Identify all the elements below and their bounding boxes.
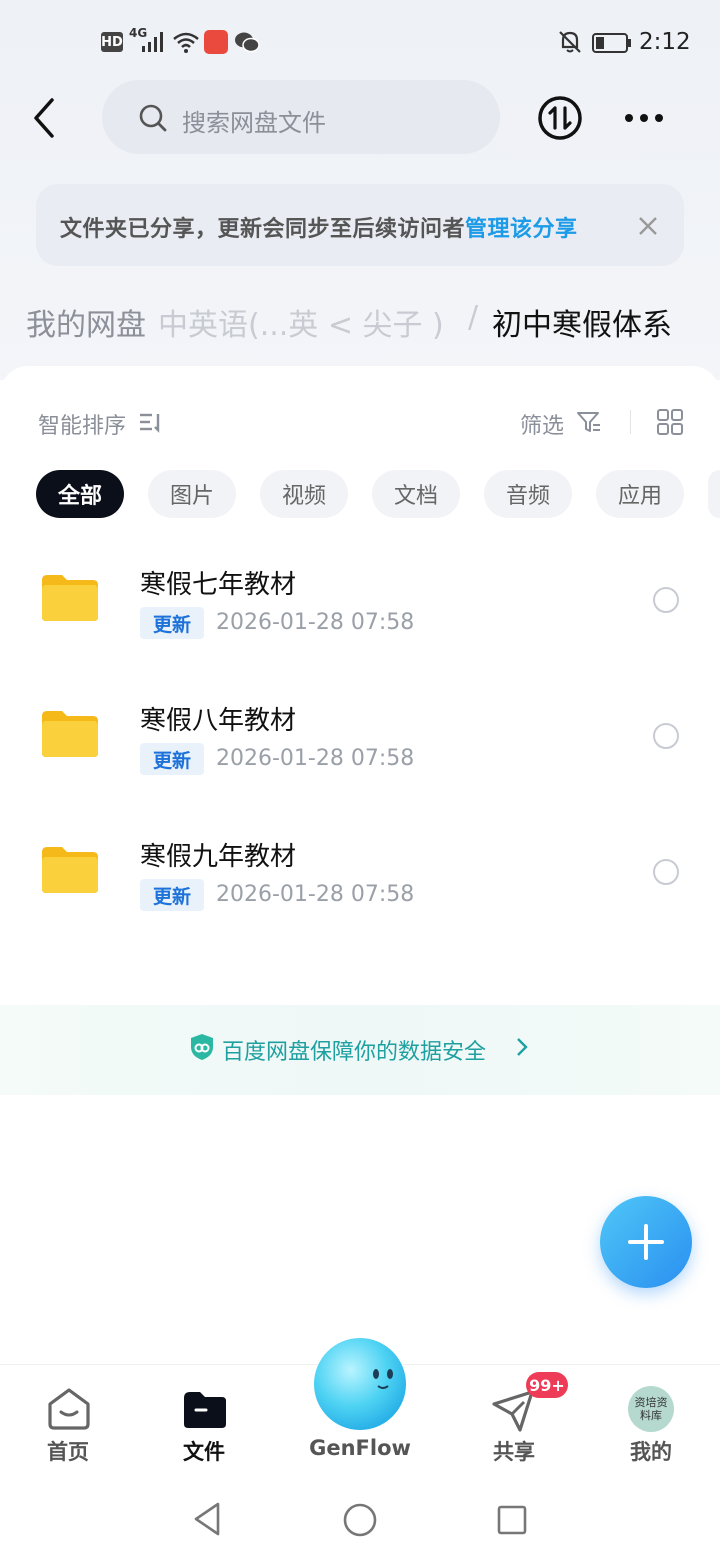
search-input[interactable]: 搜索网盘文件 — [182, 103, 326, 138]
file-date: 2026-01-28 07:58 — [216, 610, 415, 635]
breadcrumb-separator: / — [468, 300, 479, 335]
wechat-icon — [235, 32, 260, 53]
update-badge: 更新 — [140, 607, 204, 639]
tab-share[interactable]: 共享 — [474, 1436, 554, 1466]
filter-label: 筛选 — [520, 414, 565, 439]
share-send-icon[interactable] — [490, 1388, 536, 1432]
sort-icon — [140, 413, 160, 433]
list-item[interactable] — [0, 548, 720, 652]
share-count-badge: 99+ — [526, 1372, 568, 1398]
chevron-right-icon — [517, 1038, 528, 1056]
home-icon[interactable] — [46, 1386, 92, 1432]
folder-icon — [42, 847, 98, 893]
battery-icon — [592, 33, 631, 53]
folder-icon — [42, 575, 98, 621]
status-bar: HD 4G 2:12 — [0, 0, 720, 84]
mute-bell-icon — [559, 31, 581, 53]
shield-icon — [191, 1034, 213, 1060]
files-icon[interactable] — [182, 1390, 228, 1430]
hd-icon: HD — [101, 32, 123, 52]
back-arrow-icon[interactable] — [28, 96, 60, 140]
safety-text: 百度网盘保障你的数据安全 — [222, 1040, 487, 1065]
search-icon — [139, 104, 167, 132]
list-item[interactable] — [0, 820, 720, 924]
select-radio[interactable] — [653, 859, 679, 885]
more-icon[interactable] — [622, 110, 666, 126]
nav-recents-icon[interactable] — [496, 1504, 528, 1536]
breadcrumb-item-current: 初中寒假体系 — [492, 308, 672, 343]
nav-back-icon[interactable] — [190, 1500, 224, 1538]
select-radio[interactable] — [653, 587, 679, 613]
app-notification-icon — [204, 30, 228, 54]
chip-videos[interactable]: 视频 — [260, 470, 348, 518]
tab-genflow[interactable]: GenFlow — [300, 1436, 420, 1460]
wifi-icon — [173, 32, 199, 53]
file-date: 2026-01-28 07:58 — [216, 882, 415, 907]
tab-files[interactable]: 文件 — [164, 1436, 244, 1466]
select-radio[interactable] — [653, 723, 679, 749]
update-badge: 更新 — [140, 879, 204, 911]
tab-me[interactable]: 我的 — [611, 1436, 691, 1466]
genflow-mascot-icon[interactable] — [312, 1336, 408, 1432]
file-date: 2026-01-28 07:58 — [216, 746, 415, 771]
toolbar-divider — [630, 410, 631, 434]
status-time: 2:12 — [639, 29, 691, 55]
nav-home-icon[interactable] — [342, 1502, 378, 1538]
breadcrumb-item-parent[interactable]: 中英语(...英 < 尖子 ) — [158, 300, 444, 344]
list-item[interactable] — [0, 684, 720, 788]
chip-all[interactable]: 全部 — [36, 470, 124, 518]
breadcrumb-item-root[interactable]: 我的网盘 — [26, 300, 146, 344]
file-name: 寒假八年教材 — [140, 706, 297, 736]
tab-home[interactable]: 首页 — [28, 1436, 108, 1466]
avatar[interactable]: 资培资料库 — [628, 1386, 674, 1432]
chip-more-partial[interactable] — [708, 470, 720, 518]
file-name: 寒假九年教材 — [140, 842, 297, 872]
chip-documents[interactable]: 文档 — [372, 470, 460, 518]
chip-images[interactable]: 图片 — [148, 470, 236, 518]
filter-button[interactable]: 筛选 — [520, 408, 564, 440]
manage-share-link[interactable]: 管理该分享 — [465, 217, 578, 242]
grid-view-icon[interactable] — [656, 408, 684, 436]
transfer-icon[interactable] — [536, 94, 584, 142]
avatar-text: 资培资料库 — [634, 1396, 668, 1422]
signal-icon — [142, 32, 163, 52]
update-badge: 更新 — [140, 743, 204, 775]
sort-button[interactable]: 智能排序 — [38, 408, 126, 440]
plus-icon — [628, 1224, 664, 1260]
share-banner-message: 文件夹已分享，更新会同步至后续访问者管理该分享 — [60, 211, 578, 243]
folder-icon — [42, 711, 98, 757]
chip-apps[interactable]: 应用 — [596, 470, 684, 518]
sort-label: 智能排序 — [38, 414, 127, 439]
filter-icon — [577, 412, 600, 432]
share-banner-text: 文件夹已分享，更新会同步至后续访问者 — [60, 217, 466, 242]
chip-audio[interactable]: 音频 — [484, 470, 572, 518]
file-name: 寒假七年教材 — [140, 570, 297, 600]
close-icon[interactable] — [636, 214, 660, 238]
